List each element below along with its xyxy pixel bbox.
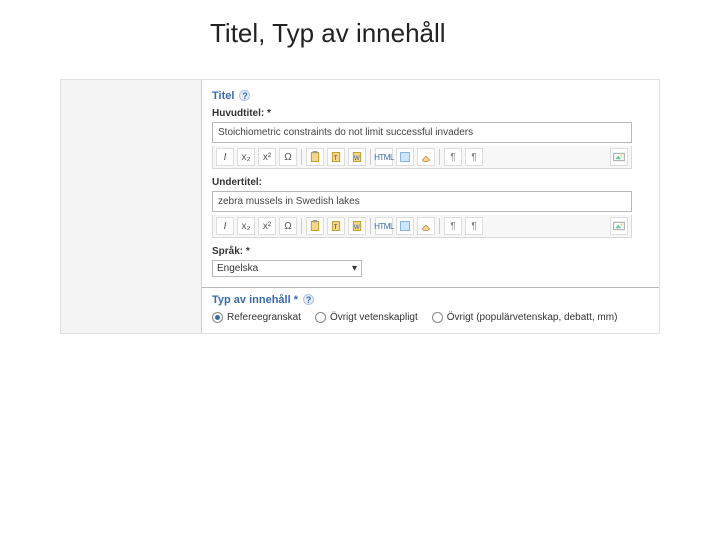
language-select[interactable]: Engelska ▾ [212,260,362,277]
paste-word-icon[interactable]: W [348,148,366,166]
radio-icon [212,312,223,323]
toolbar-separator [301,218,302,234]
main-title-toolbar: I x₂ x² Ω T W HTML ¶ ¶ [212,146,632,169]
html-button[interactable]: HTML [375,148,393,166]
toolbar-separator [370,218,371,234]
content-type-radio-group: Refereegranskat Övrigt vetenskapligt Övr… [212,312,649,323]
radio-ovrigt-vetenskapligt[interactable]: Övrigt vetenskapligt [315,312,418,323]
paste-icon[interactable] [306,217,324,235]
paste-text-icon[interactable]: T [327,217,345,235]
subtitle-toolbar: I x₂ x² Ω T W HTML ¶ ¶ [212,215,632,238]
paste-word-icon[interactable]: W [348,217,366,235]
clean-icon[interactable] [396,148,414,166]
content-type-section: Typ av innehåll * ? Refereegranskat Övri… [202,287,659,333]
help-icon[interactable]: ? [303,294,314,305]
form-panel: Titel ? Huvudtitel: * I x₂ x² Ω T W HTML… [201,80,659,333]
title-section: Titel ? Huvudtitel: * I x₂ x² Ω T W HTML… [202,80,659,287]
chevron-down-icon: ▾ [352,263,357,274]
subscript-button[interactable]: x₂ [237,148,255,166]
subscript-button[interactable]: x₂ [237,217,255,235]
title-section-heading: Titel ? [212,90,649,102]
pilcrow-rtl-icon[interactable]: ¶ [465,217,483,235]
slide-title: Titel, Typ av innehåll [0,0,720,59]
paste-icon[interactable] [306,148,324,166]
form-container: Titel ? Huvudtitel: * I x₂ x² Ω T W HTML… [60,79,660,334]
eraser-icon[interactable] [417,148,435,166]
radio-label: Övrigt (populärvetenskap, debatt, mm) [447,312,618,323]
subtitle-label: Undertitel: [212,177,649,188]
pilcrow-ltr-icon[interactable]: ¶ [444,148,462,166]
image-icon[interactable] [610,217,628,235]
superscript-button[interactable]: x² [258,217,276,235]
html-button[interactable]: HTML [375,217,393,235]
eraser-icon[interactable] [417,217,435,235]
italic-button[interactable]: I [216,217,234,235]
radio-icon [432,312,443,323]
pilcrow-rtl-icon[interactable]: ¶ [465,148,483,166]
toolbar-separator [439,218,440,234]
language-label: Språk: * [212,246,649,257]
help-icon[interactable]: ? [239,90,250,101]
toolbar-separator [370,149,371,165]
content-type-heading-text: Typ av innehåll * [212,294,298,306]
radio-icon [315,312,326,323]
language-value: Engelska [217,263,258,274]
paste-text-icon[interactable]: T [327,148,345,166]
italic-button[interactable]: I [216,148,234,166]
toolbar-separator [439,149,440,165]
title-heading-text: Titel [212,90,234,102]
subtitle-input[interactable] [212,191,632,212]
svg-text:T: T [334,225,338,231]
svg-text:W: W [354,225,360,231]
radio-ovrigt-popular[interactable]: Övrigt (populärvetenskap, debatt, mm) [432,312,618,323]
svg-text:W: W [354,156,360,162]
pilcrow-ltr-icon[interactable]: ¶ [444,217,462,235]
omega-button[interactable]: Ω [279,148,297,166]
image-icon[interactable] [610,148,628,166]
main-title-input[interactable] [212,122,632,143]
svg-text:T: T [334,156,338,162]
radio-label: Refereegranskat [227,312,301,323]
radio-label: Övrigt vetenskapligt [330,312,418,323]
omega-button[interactable]: Ω [279,217,297,235]
main-title-label: Huvudtitel: * [212,108,649,119]
toolbar-separator [301,149,302,165]
radio-refereegranskat[interactable]: Refereegranskat [212,312,301,323]
clean-icon[interactable] [396,217,414,235]
superscript-button[interactable]: x² [258,148,276,166]
content-type-heading: Typ av innehåll * ? [212,294,649,306]
